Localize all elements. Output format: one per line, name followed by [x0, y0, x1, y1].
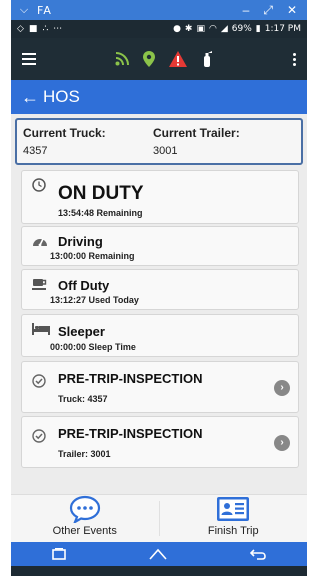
check-circle-icon: [32, 374, 46, 388]
status-subtitle: 13:54:48 Remaining: [58, 208, 143, 218]
app-bar: [11, 38, 307, 80]
bottom-bezel: [11, 566, 307, 576]
chevron-right-icon[interactable]: ›: [274, 435, 290, 451]
back-icon[interactable]: [249, 548, 266, 560]
other-events-label: Other Events: [52, 525, 117, 537]
window-title-bar: ⌵ FA – ⤢ ✕: [11, 0, 307, 20]
recent-apps-icon[interactable]: [52, 548, 67, 560]
chat-bubble-icon: [69, 495, 100, 523]
battery-percent: 69%: [231, 24, 252, 34]
current-truck-value: 4357: [23, 145, 48, 157]
truck-trailer-panel: Current Truck: 4357 Current Trailer: 300…: [15, 118, 303, 165]
coffee-cup-icon: [32, 279, 47, 290]
phone-screen: ⌵ FA – ⤢ ✕ ◇ ■ ∴ ⋯ ● ✱ ▣ ◠ ◢ 69% ▮ 1:17 …: [11, 0, 307, 576]
clock-time: 1:17 PM: [264, 24, 301, 34]
alert-triangle-icon[interactable]: [169, 51, 187, 67]
bottom-action-bar: Other Events Finish Trip: [11, 494, 307, 542]
window-title: FA: [37, 3, 52, 17]
nfc-icon: ▣: [196, 24, 205, 34]
chevron-down-icon[interactable]: ⌵: [11, 4, 37, 17]
inspection-trailer[interactable]: PRE-TRIP-INSPECTION Trailer: 3001 ›: [21, 416, 299, 468]
sync-icon: ◇: [17, 24, 24, 34]
wifi-icon: ◠: [208, 24, 217, 34]
other-events-button[interactable]: Other Events: [11, 495, 159, 542]
status-title: Sleeper: [58, 324, 105, 339]
finish-trip-button[interactable]: Finish Trip: [160, 495, 308, 542]
status-title: ON DUTY: [58, 183, 144, 204]
hamburger-menu-icon[interactable]: [11, 53, 47, 65]
status-subtitle: 13:12:27 Used Today: [50, 295, 139, 305]
minimize-icon[interactable]: –: [243, 3, 250, 18]
inspection-subtitle: Truck: 4357: [58, 394, 108, 404]
gps-pin-icon[interactable]: [143, 51, 155, 67]
id-card-icon: [217, 497, 250, 521]
status-bar: ◇ ■ ∴ ⋯ ● ✱ ▣ ◠ ◢ 69% ▮ 1:17 PM: [11, 20, 307, 38]
clock-icon: [32, 178, 46, 192]
bed-icon: [32, 323, 50, 335]
main-content: Current Truck: 4357 Current Trailer: 300…: [11, 114, 307, 542]
more-notifications-icon: ⋯: [53, 24, 63, 34]
close-icon[interactable]: ✕: [287, 3, 297, 18]
finish-trip-label: Finish Trip: [207, 525, 259, 537]
home-icon[interactable]: [149, 548, 167, 560]
signal-icon: ◢: [220, 24, 228, 34]
overflow-menu-icon[interactable]: [281, 52, 307, 66]
status-driving[interactable]: Driving 13:00:00 Remaining: [21, 226, 299, 266]
status-title: Off Duty: [58, 278, 110, 293]
status-subtitle: 00:00:00 Sleep Time: [50, 342, 136, 352]
page-header: ← HOS: [11, 80, 307, 114]
chevron-right-icon[interactable]: ›: [274, 380, 290, 396]
status-title: Driving: [58, 234, 103, 249]
app-notification-icon: ∴: [42, 24, 49, 34]
location-icon: ●: [173, 24, 181, 34]
inspection-title: PRE-TRIP-INSPECTION: [58, 371, 203, 386]
expand-icon[interactable]: ⤢: [263, 3, 273, 18]
back-arrow-icon[interactable]: ←: [21, 87, 43, 108]
inspection-subtitle: Trailer: 3001: [58, 449, 111, 459]
page-title: HOS: [43, 87, 80, 106]
bluetooth-icon: ✱: [184, 24, 193, 34]
notification-icon: ■: [28, 24, 38, 34]
screen: ⌵ FA – ⤢ ✕ ◇ ■ ∴ ⋯ ● ✱ ▣ ◠ ◢ 69% ▮ 1:17 …: [0, 0, 307, 576]
system-nav-bar: [11, 542, 307, 566]
speedometer-icon: [33, 238, 47, 247]
check-circle-icon: [32, 429, 46, 443]
current-trailer-value: 3001: [153, 145, 178, 157]
current-trailer-label: Current Trailer:: [153, 126, 240, 140]
status-on-duty[interactable]: ON DUTY 13:54:48 Remaining: [21, 170, 299, 224]
fire-extinguisher-icon[interactable]: [201, 51, 213, 67]
inspection-title: PRE-TRIP-INSPECTION: [58, 426, 203, 441]
inspection-truck[interactable]: PRE-TRIP-INSPECTION Truck: 4357 ›: [21, 361, 299, 413]
status-off-duty[interactable]: Off Duty 13:12:27 Used Today: [21, 269, 299, 310]
status-sleeper[interactable]: Sleeper 00:00:00 Sleep Time: [21, 314, 299, 357]
current-truck-label: Current Truck:: [23, 126, 106, 140]
status-subtitle: 13:00:00 Remaining: [50, 251, 135, 261]
rss-icon[interactable]: [115, 52, 129, 66]
battery-icon: ▮: [255, 24, 261, 34]
